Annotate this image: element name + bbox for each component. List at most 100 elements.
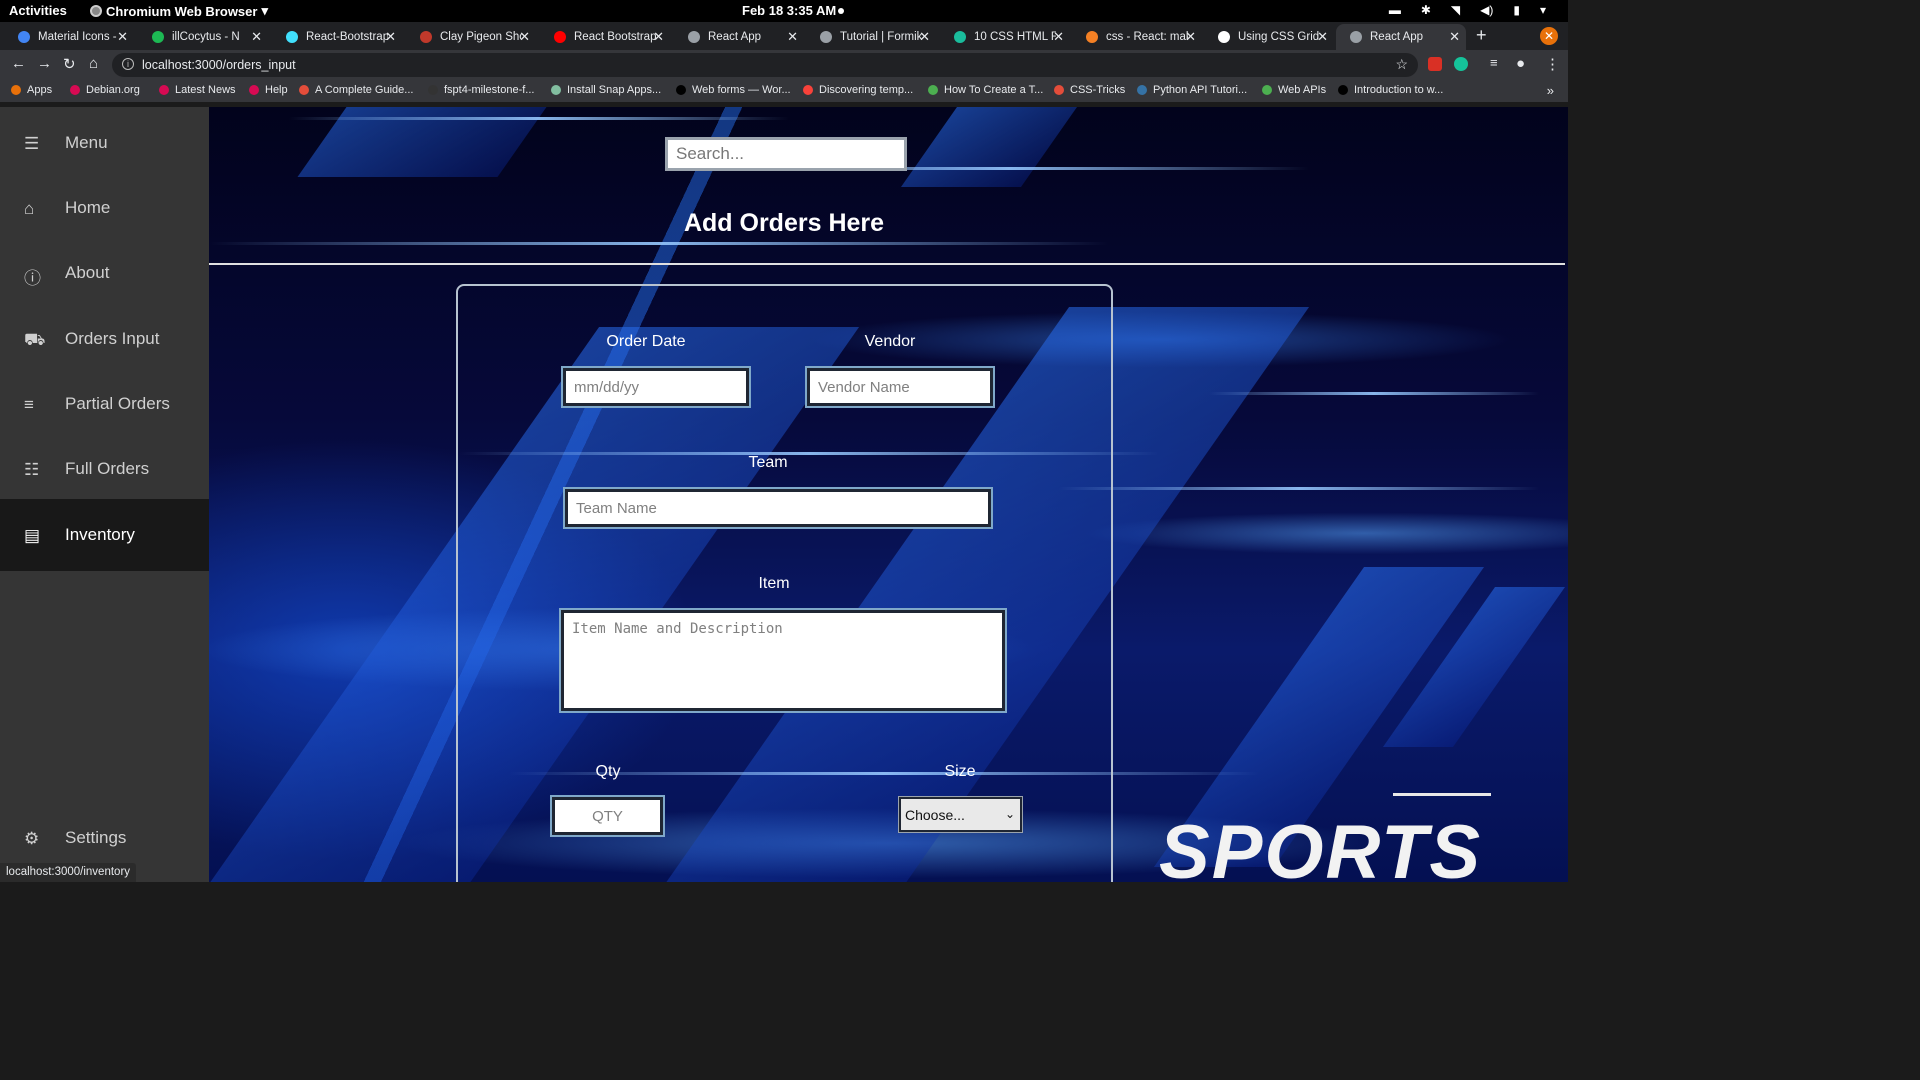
search-input[interactable] [665,137,907,171]
browser-tab[interactable]: React-Bootstrap ✕ [272,24,402,50]
vendor-field[interactable] [807,368,993,406]
media-control-icon[interactable]: ≡ [1490,55,1498,70]
browser-tab[interactable]: React App ✕ [1336,24,1466,50]
bookmark-label: Apps [27,84,53,96]
close-tab-icon[interactable]: ✕ [251,29,262,45]
browser-tab[interactable]: React App ✕ [674,24,804,50]
close-tab-icon[interactable]: ✕ [653,29,664,45]
browser-tab[interactable]: illCocytus - N ✕ [138,24,268,50]
truck-icon: ⛟ [24,330,46,349]
list-bulleted-icon: ☷ [24,460,40,479]
bookmark-item[interactable]: A Complete Guide... [299,84,413,96]
background-streak [209,242,1109,245]
more-bookmarks-icon[interactable]: » [1547,83,1554,98]
bookmark-item[interactable]: Introduction to w... [1338,84,1443,96]
bookmark-favicon-icon [1262,85,1272,95]
sidebar-item-about[interactable]: ⓘ About [0,237,209,309]
bookmark-item[interactable]: CSS-Tricks [1054,84,1125,96]
grammarly-icon[interactable] [1454,57,1468,71]
bookmark-favicon-icon [1338,85,1348,95]
browser-tab[interactable]: css - React: make✕ [1072,24,1202,50]
update-button[interactable]: ✕ [1540,27,1558,45]
new-tab-button[interactable]: + [1476,25,1487,46]
close-tab-icon[interactable]: ✕ [1185,29,1196,45]
brand-underline [1393,793,1491,796]
sidebar-item-menu[interactable]: ☰ Menu [0,107,209,179]
close-tab-icon[interactable]: ✕ [519,29,530,45]
power-menu-icon[interactable]: ▾ [1540,3,1546,17]
close-tab-icon[interactable]: ✕ [1317,29,1328,45]
system-tray[interactable]: ▬ ✱ ◥ ◀) ▮ ▾ [1389,3,1546,17]
reload-icon[interactable]: ↻ [63,55,76,73]
tab-title: React-Bootstrap [306,31,388,43]
wifi-icon[interactable]: ◥ [1451,3,1460,17]
bookmark-item[interactable]: Apps [11,84,52,96]
browser-tab[interactable]: Tutorial | Formik ✕ [806,24,936,50]
close-tab-icon[interactable]: ✕ [919,29,930,45]
tab-title: css - React: make [1106,31,1188,43]
bookmark-item[interactable]: Help [249,84,288,96]
bookmark-item[interactable]: How To Create a T... [928,84,1043,96]
kebab-menu-icon[interactable]: ⋮ [1545,55,1560,73]
favicon-icon [152,31,164,43]
bookmark-item[interactable]: Python API Tutori... [1137,84,1247,96]
home-icon: ⌂ [24,199,35,218]
qty-field[interactable] [552,797,663,835]
bookmark-item[interactable]: Discovering temp... [803,84,913,96]
bookmark-item[interactable]: Debian.org [70,84,140,96]
bookmark-item[interactable]: Web APIs [1262,84,1326,96]
app-name: Chromium Web Browser [106,3,258,19]
close-tab-icon[interactable]: ✕ [1449,29,1460,45]
browser-tab[interactable]: React Bootstrap ✕ [540,24,670,50]
address-bar[interactable]: i localhost:3000/orders_input ☆ [112,53,1418,77]
bookmark-item[interactable]: Latest News [159,84,236,96]
info-icon: ⓘ [24,269,41,288]
back-arrow-icon[interactable]: ← [11,55,26,72]
browser-tab[interactable]: Using CSS Grid a ✕ [1204,24,1334,50]
bookmark-label: fspt4-milestone-f... [444,84,535,96]
bookmark-label: Discovering temp... [819,84,914,96]
battery-icon[interactable]: ▮ [1513,3,1520,17]
bookmark-item[interactable]: Web forms — Wor... [676,84,791,96]
slack-icon[interactable]: ✱ [1421,3,1431,17]
profile-icon[interactable]: ● [1516,55,1525,72]
sidebar-item-full-orders[interactable]: ☷ Full Orders [0,433,209,505]
sidebar-item-label: Inventory [65,525,135,544]
page-title: Add Orders Here [683,209,885,237]
home-icon[interactable]: ⌂ [89,55,98,72]
app-menu[interactable]: Chromium Web Browser ▾ [90,3,268,19]
bookmark-favicon-icon [11,85,21,95]
sidebar-item-orders-input[interactable]: ⛟ Orders Input [0,303,209,375]
extension-icon[interactable] [1428,57,1442,71]
bookmark-label: Debian.org [86,84,140,96]
favicon-icon [554,31,566,43]
browser-tab[interactable]: 10 CSS HTML Form✕ [940,24,1070,50]
window-grid-icon[interactable]: ▬ [1389,3,1401,17]
sidebar-item-label: About [65,263,110,282]
bookmark-star-icon[interactable]: ☆ [1395,56,1408,73]
volume-icon[interactable]: ◀) [1480,3,1493,17]
activities-button[interactable]: Activities [9,3,67,18]
size-select[interactable]: Choose... ⌄ [899,797,1022,832]
close-tab-icon[interactable]: ✕ [385,29,396,45]
order-date-field[interactable] [563,368,749,406]
close-tab-icon[interactable]: ✕ [787,29,798,45]
chevron-down-icon: ▾ [261,3,268,18]
clock[interactable]: Feb 18 3:35 AM [742,3,836,18]
tab-title: React Bootstrap [574,31,656,43]
bookmark-label: Help [265,84,288,96]
browser-tab[interactable]: Clay Pigeon Sho ✕ [406,24,536,50]
browser-tab[interactable]: Material Icons - M✕ [4,24,134,50]
bookmark-item[interactable]: fspt4-milestone-f... [428,84,534,96]
site-info-icon[interactable]: i [122,58,134,70]
team-field[interactable] [565,489,991,527]
sidebar-item-partial-orders[interactable]: ≡ Partial Orders [0,368,209,440]
forward-arrow-icon[interactable]: → [37,55,52,72]
sidebar-item-inventory[interactable]: ▤ Inventory [0,499,209,571]
close-tab-icon[interactable]: ✕ [1053,29,1064,45]
sidebar-item-home[interactable]: ⌂ Home [0,172,209,244]
item-textarea[interactable] [561,610,1005,711]
bookmark-favicon-icon [551,85,561,95]
bookmark-item[interactable]: Install Snap Apps... [551,84,661,96]
close-tab-icon[interactable]: ✕ [117,29,128,45]
